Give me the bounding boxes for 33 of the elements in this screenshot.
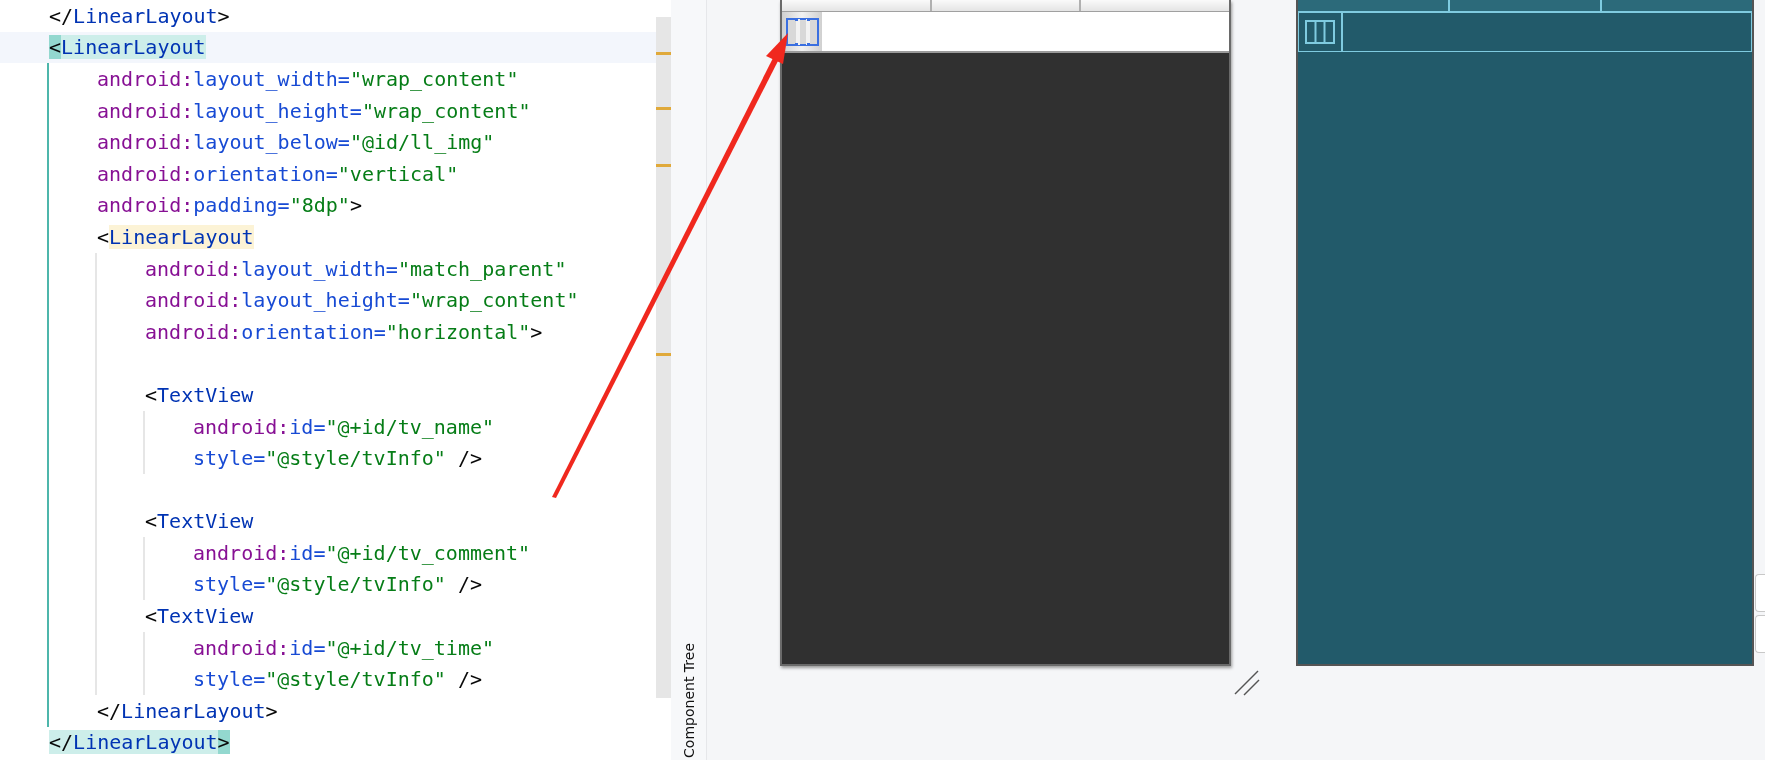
- code-line: android:id="@+id/tv_name": [193, 413, 495, 441]
- code-line: <LinearLayout: [97, 223, 254, 251]
- code-line: android:layout_below="@id/ll_img": [97, 129, 495, 157]
- side-panel-tab[interactable]: [1755, 615, 1765, 653]
- resize-handle[interactable]: [1234, 668, 1260, 696]
- columns-icon[interactable]: [785, 17, 819, 46]
- code-line: android:id="@+id/tv_comment": [193, 539, 531, 567]
- warning-marker[interactable]: [656, 164, 671, 167]
- code-line: android:layout_height="wrap_content": [97, 97, 531, 125]
- code-line: android:orientation="horizontal">: [145, 318, 543, 346]
- code-line: android:layout_width="wrap_content": [97, 66, 519, 93]
- code-line: android:layout_width="match_parent": [145, 255, 567, 283]
- warning-marker[interactable]: [656, 353, 671, 356]
- code-line: <TextView: [145, 381, 254, 409]
- code-line: android:layout_height="wrap_content": [145, 287, 579, 315]
- code-line: </LinearLayout>: [49, 729, 230, 757]
- code-line: style="@style/tvInfo" />: [193, 445, 482, 473]
- code-line: android:padding="8dp">: [97, 192, 362, 220]
- code-line: <TextView: [145, 508, 254, 536]
- code-line: </LinearLayout>: [97, 697, 278, 725]
- columns-icon[interactable]: [1305, 20, 1335, 44]
- warning-marker[interactable]: [656, 52, 671, 55]
- component-tree-tab[interactable]: Component Tree: [680, 643, 697, 758]
- warning-marker[interactable]: [656, 107, 671, 110]
- code-line: <LinearLayout: [49, 34, 206, 62]
- side-panel-tab[interactable]: [1755, 574, 1765, 612]
- code-line: android:id="@+id/tv_time": [193, 634, 495, 662]
- code-line: style="@style/tvInfo" />: [193, 571, 482, 599]
- code-line: <TextView: [145, 603, 254, 631]
- code-line: </LinearLayout>: [49, 2, 230, 30]
- code-line: style="@style/tvInfo" />: [193, 666, 482, 694]
- scrollbar[interactable]: [656, 17, 671, 698]
- code-line: android:orientation="vertical": [97, 160, 459, 188]
